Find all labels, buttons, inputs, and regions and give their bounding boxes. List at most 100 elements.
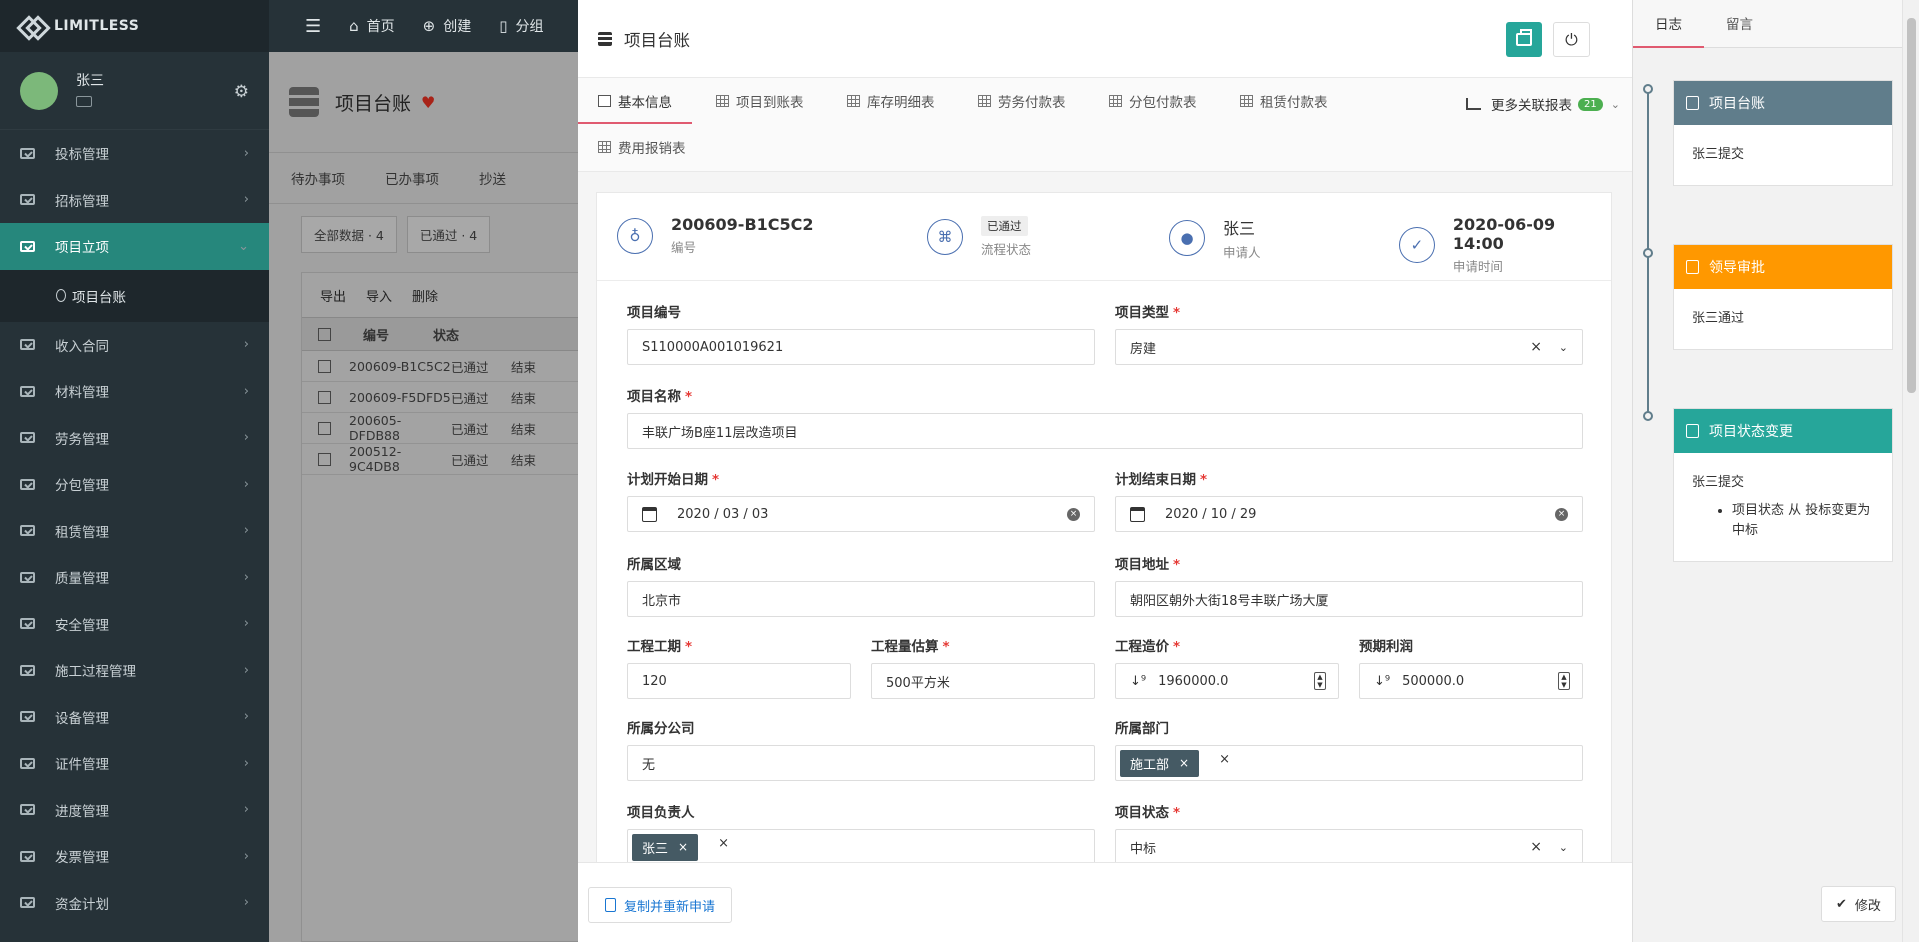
- tab-expense-reimbursement[interactable]: 费用报销表: [578, 124, 706, 170]
- sidebar-subitem-project-ledger[interactable]: 项目台账: [0, 269, 269, 322]
- project-no-input[interactable]: S110000A001019621: [627, 329, 1095, 365]
- row-checkbox[interactable]: [318, 421, 331, 435]
- clear-icon[interactable]: ×: [1555, 507, 1568, 521]
- heart-icon[interactable]: ♥: [421, 93, 435, 112]
- brand[interactable]: LIMITLESS: [0, 0, 269, 52]
- select-all-checkbox[interactable]: [318, 327, 331, 341]
- clear-icon[interactable]: ×: [1219, 752, 1230, 767]
- clear-icon[interactable]: ×: [718, 836, 729, 851]
- manager-multiselect[interactable]: 张三 × ×: [627, 829, 1095, 862]
- sidebar-item-leasing[interactable]: 租赁管理 ›: [0, 508, 269, 555]
- export-button[interactable]: 导出: [320, 286, 346, 305]
- project-state-select[interactable]: 中标 × ⌄: [1115, 829, 1583, 862]
- edit-button[interactable]: ✔ 修改: [1821, 886, 1896, 922]
- sidebar-item-subcontract[interactable]: 分包管理 ›: [0, 461, 269, 508]
- menu-toggle-icon[interactable]: ☰: [305, 16, 321, 37]
- clear-icon[interactable]: ×: [1530, 839, 1542, 855]
- calendar-icon[interactable]: [642, 506, 657, 522]
- nav-home-label: 首页: [366, 19, 395, 35]
- region-input[interactable]: 北京市: [627, 581, 1095, 617]
- plan-end-date-input[interactable]: 2020 / 10 / 29 ×: [1115, 496, 1583, 532]
- nav-home[interactable]: ⌂ 首页: [349, 16, 395, 36]
- import-button[interactable]: 导入: [366, 286, 392, 305]
- tab-inventory[interactable]: 库存明细表: [827, 78, 955, 124]
- address-input[interactable]: 朝阳区朝外大街18号丰联广场大厦: [1115, 581, 1583, 617]
- sidebar-item-safety[interactable]: 安全管理 ›: [0, 601, 269, 648]
- quantity-input[interactable]: 500平方米: [871, 663, 1095, 699]
- delete-button[interactable]: 删除: [412, 286, 438, 305]
- filter-all[interactable]: 全部数据 · 4: [301, 215, 397, 253]
- tab-labor-payments[interactable]: 劳务付款表: [958, 78, 1086, 124]
- sidebar-item-certificates[interactable]: 证件管理 ›: [0, 740, 269, 787]
- sidebar-item-materials[interactable]: 材料管理 ›: [0, 368, 269, 415]
- table-row[interactable]: 200512-9C4DB8 已通过 结束: [302, 444, 578, 475]
- sidebar-item-labor[interactable]: 劳务管理 ›: [0, 415, 269, 462]
- plan-start-date-input[interactable]: 2020 / 03 / 03 ×: [627, 496, 1095, 532]
- field-branch: 所属分公司 无: [627, 717, 1095, 781]
- profit-number-input[interactable]: ↓⁹ 500000.0 ▲ ▼: [1359, 663, 1583, 699]
- sidebar-item-tendering[interactable]: 招标管理 ›: [0, 177, 269, 224]
- tab-done[interactable]: 已办事项: [385, 168, 439, 188]
- sidebar-item-invoices[interactable]: 发票管理 ›: [0, 833, 269, 880]
- table-row[interactable]: 200609-F5DFD5 已通过 结束: [302, 382, 578, 413]
- scrollbar[interactable]: [1902, 0, 1919, 942]
- tab-lease-payments[interactable]: 租赁付款表: [1220, 78, 1348, 124]
- nav-share[interactable]: ▯ 分组: [499, 16, 543, 36]
- clear-icon[interactable]: ×: [1530, 339, 1542, 355]
- scrollbar-thumb[interactable]: [1907, 18, 1916, 393]
- chevron-down-icon[interactable]: ⌄: [1559, 841, 1568, 854]
- calendar-icon[interactable]: [1130, 506, 1145, 522]
- print-button[interactable]: [1506, 22, 1542, 57]
- cost-number-input[interactable]: ↓⁹ 1960000.0 ▲ ▼: [1115, 663, 1339, 699]
- row-checkbox[interactable]: [318, 452, 331, 466]
- field-value: 500000.0: [1402, 673, 1465, 689]
- row-checkbox[interactable]: [318, 359, 331, 373]
- tab-subcontract-payments[interactable]: 分包付款表: [1089, 78, 1217, 124]
- avatar[interactable]: [20, 71, 58, 110]
- project-type-select[interactable]: 房建 × ⌄: [1115, 329, 1583, 365]
- table-row[interactable]: 200605-DFDB88 已通过 结束: [302, 413, 578, 444]
- folder-icon: [20, 385, 35, 397]
- chevron-right-icon: ›: [243, 383, 249, 399]
- sidebar-item-bidding[interactable]: 投标管理 ›: [0, 130, 269, 177]
- gear-icon[interactable]: ⚙: [234, 82, 249, 102]
- table-icon: [716, 95, 729, 107]
- table-row[interactable]: 200609-B1C5C2 已通过 结束: [302, 351, 578, 382]
- chevron-down-icon[interactable]: ⌄: [1559, 341, 1568, 354]
- column-header-id[interactable]: 编号: [349, 325, 433, 344]
- row-stage: 结束: [511, 359, 537, 375]
- branch-input[interactable]: 无: [627, 745, 1095, 781]
- field-value: 2020 / 03 / 03: [677, 506, 769, 522]
- sidebar-item-construction-process[interactable]: 施工过程管理 ›: [0, 647, 269, 694]
- tab-project-receipts[interactable]: 项目到账表: [696, 78, 824, 124]
- project-name-input[interactable]: 丰联广场B座11层改造项目: [627, 413, 1583, 449]
- tab-comments[interactable]: 留言: [1704, 0, 1775, 47]
- more-reports-dropdown[interactable]: 更多关联报表 21 ⌄: [1466, 94, 1620, 114]
- nav-create[interactable]: ⊕ 创建: [423, 16, 472, 36]
- sidebar-item-quality[interactable]: 质量管理 ›: [0, 554, 269, 601]
- number-spinner[interactable]: ▲ ▼: [1558, 672, 1570, 690]
- tab-todo[interactable]: 待办事项: [291, 168, 345, 188]
- duration-input[interactable]: 120: [627, 663, 851, 699]
- close-button[interactable]: ⏻: [1553, 22, 1590, 57]
- tab-log[interactable]: 日志: [1633, 0, 1704, 48]
- remove-tag-icon[interactable]: ×: [678, 840, 688, 854]
- sidebar-item-label: 材料管理: [55, 385, 109, 402]
- tab-basic-info[interactable]: 基本信息: [578, 78, 692, 124]
- column-header-status[interactable]: 状态: [433, 325, 459, 344]
- tab-cc[interactable]: 抄送: [479, 168, 506, 188]
- field-manager: 项目负责人 张三 × ×: [627, 801, 1095, 862]
- department-multiselect[interactable]: 施工部 × ×: [1115, 745, 1583, 781]
- sidebar-item-equipment[interactable]: 设备管理 ›: [0, 694, 269, 741]
- number-spinner[interactable]: ▲ ▼: [1314, 672, 1326, 690]
- copy-and-resubmit-button[interactable]: 复制并重新申请: [588, 887, 733, 923]
- clear-icon[interactable]: ×: [1067, 507, 1080, 521]
- sidebar-item-project-setup[interactable]: 项目立项 ⌄: [0, 223, 269, 270]
- field-value: S110000A001019621: [642, 339, 784, 355]
- sidebar-item-income-contract[interactable]: 收入合同 ›: [0, 322, 269, 369]
- sidebar-item-fund-plan[interactable]: 资金计划 ›: [0, 880, 269, 927]
- sidebar-item-progress[interactable]: 进度管理 ›: [0, 787, 269, 834]
- row-checkbox[interactable]: [318, 390, 331, 404]
- filter-approved[interactable]: 已通过 · 4: [406, 215, 491, 253]
- remove-tag-icon[interactable]: ×: [1179, 756, 1189, 770]
